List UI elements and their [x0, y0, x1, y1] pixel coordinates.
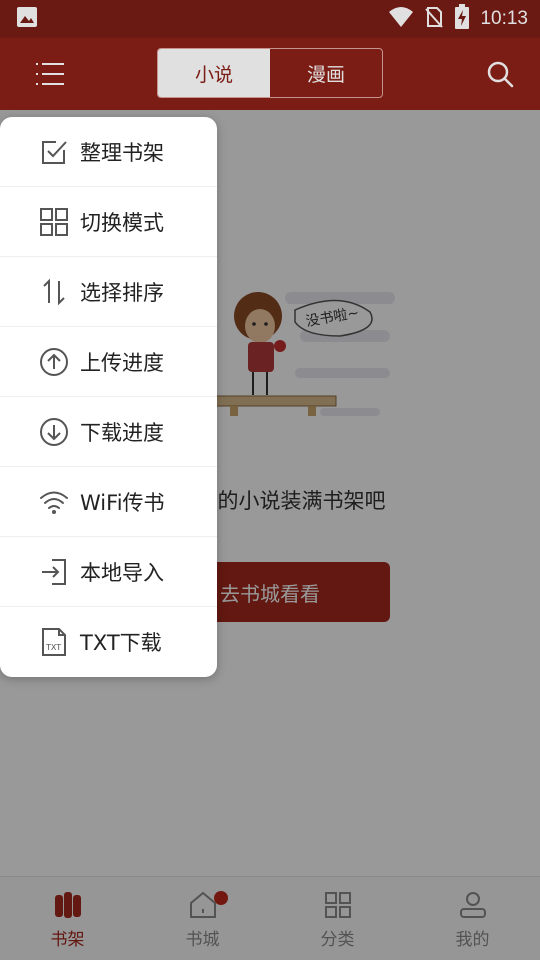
menu-item-label: 上传进度 [80, 350, 164, 375]
upload-circle-icon [40, 347, 68, 376]
txt-file-icon: TXT [42, 628, 66, 656]
menu-item-label: 下载进度 [80, 420, 164, 445]
svg-text:TXT: TXT [45, 643, 61, 652]
menu-item-label: 切换模式 [80, 210, 164, 235]
status-dim [0, 0, 540, 110]
menu-item-label: WiFi传书 [80, 490, 165, 515]
download-circle-icon [40, 417, 68, 446]
wifi-icon [40, 491, 68, 514]
menu-item-organize-shelf[interactable]: 整理书架 [0, 117, 217, 187]
menu-item-txt-download[interactable]: TXT TXT下载 [0, 607, 217, 677]
menu-item-label: TXT下载 [80, 631, 162, 655]
menu-item-sort[interactable]: 选择排序 [0, 257, 217, 327]
menu-item-wifi-transfer[interactable]: WiFi传书 [0, 467, 217, 537]
sort-arrows-icon [43, 278, 65, 305]
menu-item-label: 本地导入 [80, 560, 164, 585]
menu-item-upload-progress[interactable]: 上传进度 [0, 327, 217, 397]
import-icon [42, 558, 66, 585]
edit-checkbox-icon [42, 140, 67, 164]
menu-item-local-import[interactable]: 本地导入 [0, 537, 217, 607]
menu-item-switch-mode[interactable]: 切换模式 [0, 187, 217, 257]
menu-item-download-progress[interactable]: 下载进度 [0, 397, 217, 467]
grid-icon [40, 207, 68, 236]
bookshelf-options-menu: 整理书架 切换模式 选择排序 上传进度 下载进度 WiFi传书 本地导入 TXT… [0, 117, 217, 677]
menu-item-label: 整理书架 [80, 140, 164, 165]
menu-item-label: 选择排序 [80, 280, 164, 305]
